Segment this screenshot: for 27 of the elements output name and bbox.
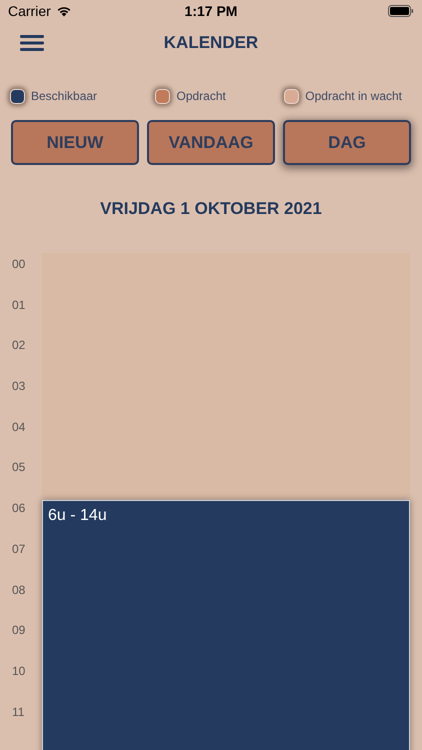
hour-label: 11 bbox=[11, 704, 26, 719]
legend-label: Beschikbaar bbox=[31, 89, 98, 103]
wifi-icon bbox=[56, 5, 72, 17]
carrier-name: Carrier bbox=[8, 3, 51, 19]
hour-label: 03 bbox=[11, 379, 26, 394]
hour-label: 05 bbox=[11, 460, 26, 474]
hour-label: 07 bbox=[11, 542, 26, 556]
hour-label: 10 bbox=[11, 664, 26, 678]
view-button[interactable]: VANDAAG bbox=[147, 120, 275, 165]
hour-label: 09 bbox=[11, 623, 26, 638]
menu-icon[interactable] bbox=[20, 34, 44, 52]
hour-label: 06 bbox=[11, 501, 26, 516]
event-block[interactable]: 6u - 14u bbox=[42, 500, 410, 750]
hour-label: 01 bbox=[11, 298, 26, 312]
event-time: 6u - 14u bbox=[48, 507, 107, 526]
legend-label: Opdracht in wacht bbox=[305, 89, 402, 103]
page-title: KALENDER bbox=[162, 33, 260, 53]
view-button[interactable]: NIEUW bbox=[11, 120, 139, 165]
hour-label: 08 bbox=[11, 582, 26, 596]
battery-icon bbox=[388, 5, 414, 17]
hour-label: 00 bbox=[11, 257, 26, 271]
status-time: 1:17 PM bbox=[184, 3, 238, 19]
legend-label: Opdracht bbox=[176, 89, 226, 103]
view-button[interactable]: DAG bbox=[283, 120, 411, 165]
hour-label: 02 bbox=[11, 338, 26, 352]
hour-label: 04 bbox=[11, 420, 26, 434]
date-heading: VRIJDAG 1 OKTOBER 2021 bbox=[99, 198, 323, 220]
